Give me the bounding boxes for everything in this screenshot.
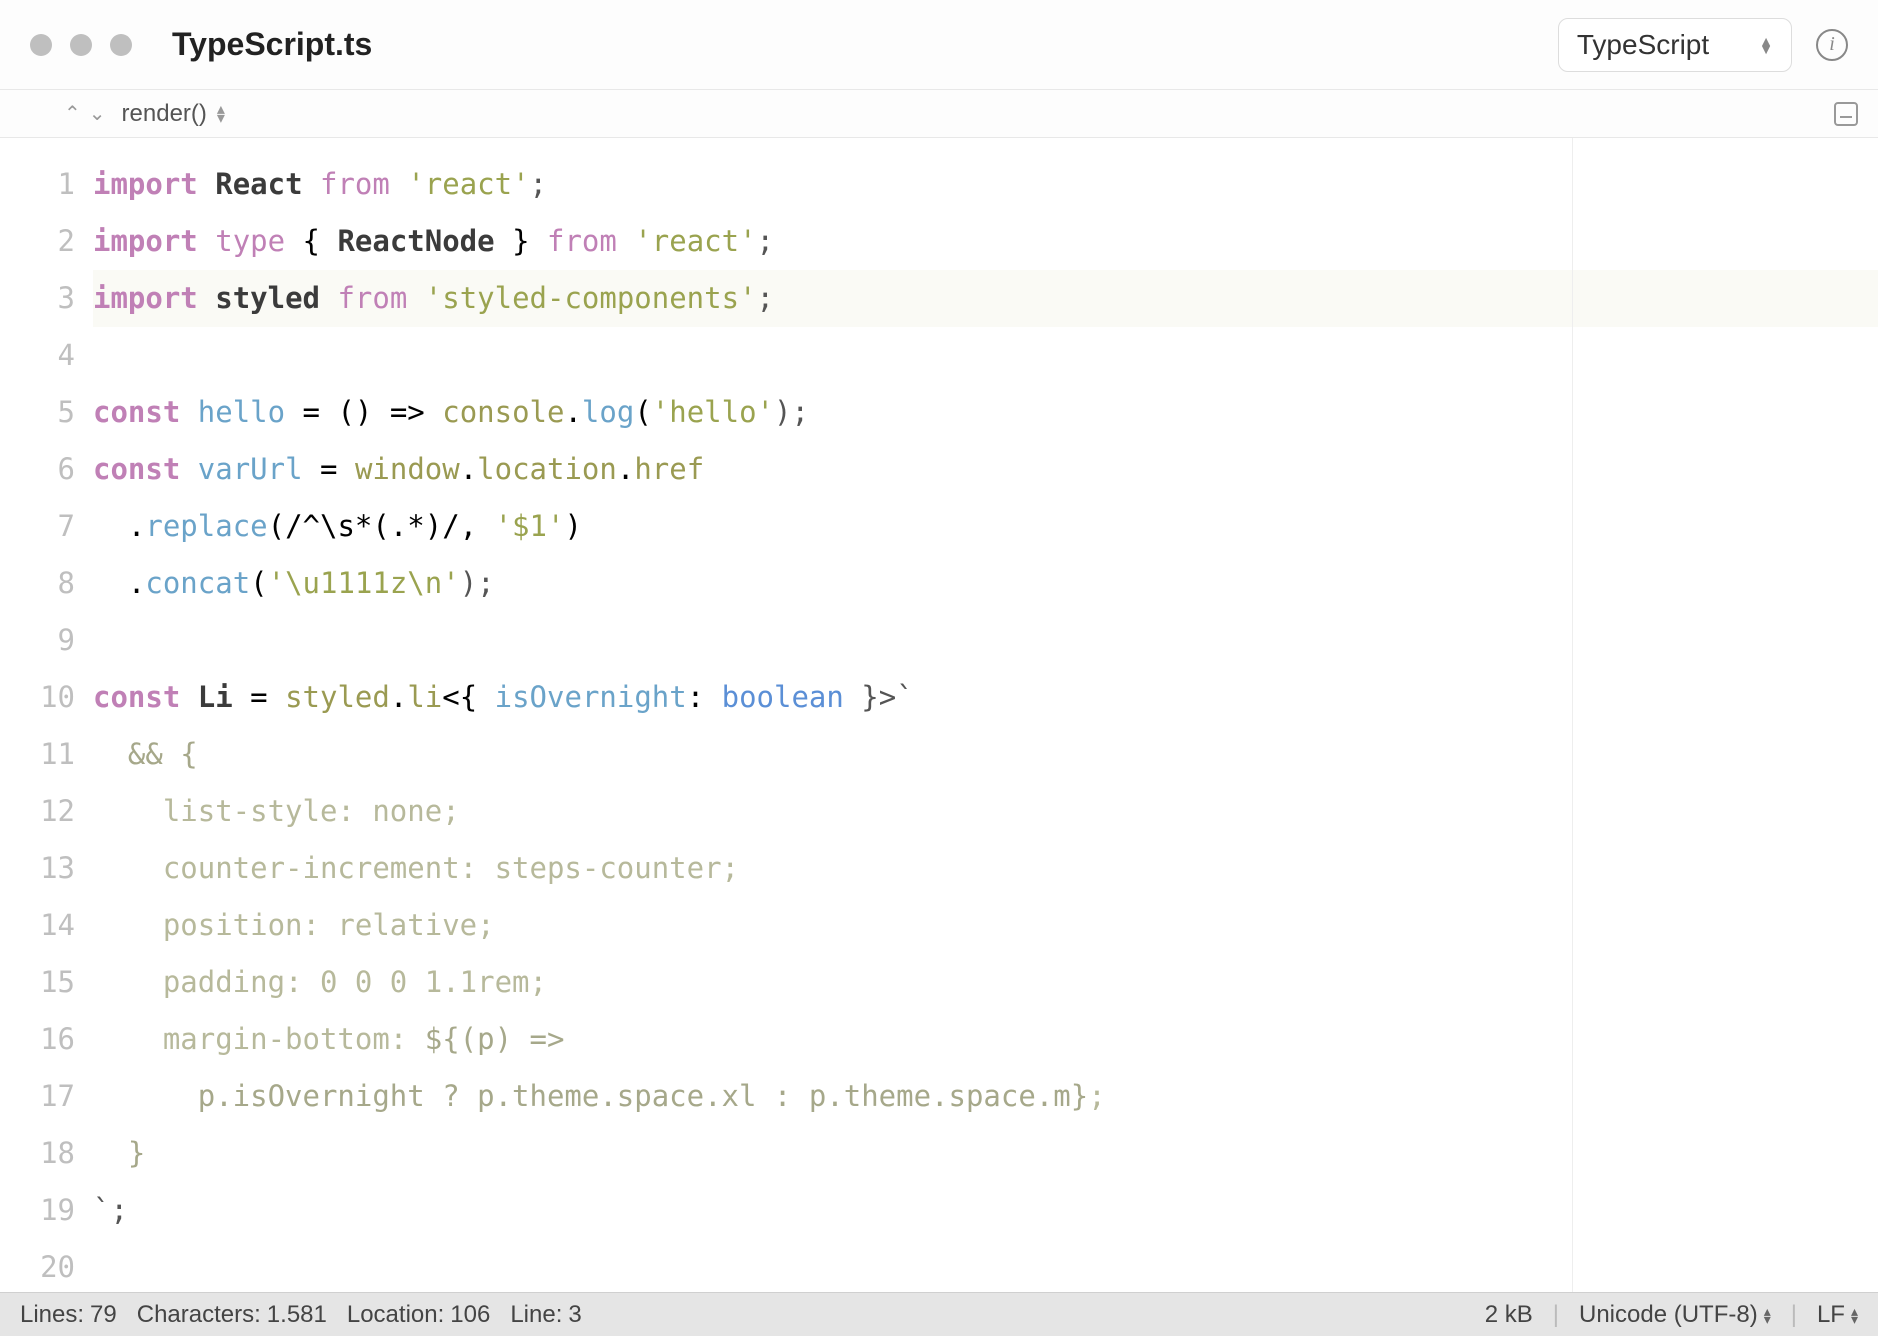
window-controls: [30, 34, 132, 56]
line-number: 10: [0, 669, 75, 726]
code-line[interactable]: counter-increment: steps-counter;: [93, 840, 1878, 897]
line-number: 11: [0, 726, 75, 783]
code-line[interactable]: import styled from 'styled-components';: [93, 270, 1878, 327]
line-number: 13: [0, 840, 75, 897]
line-number: 16: [0, 1011, 75, 1068]
code-line[interactable]: const varUrl = window.location.href: [93, 441, 1878, 498]
line-number: 7: [0, 498, 75, 555]
info-icon[interactable]: i: [1816, 29, 1848, 61]
status-location: Location: 106: [347, 1301, 490, 1329]
code-line[interactable]: .concat('\u1111z\n');: [93, 555, 1878, 612]
column-ruler: [1572, 138, 1573, 1292]
code-line[interactable]: padding: 0 0 0 1.1rem;: [93, 954, 1878, 1011]
code-line[interactable]: list-style: none;: [93, 783, 1878, 840]
line-number: 3: [0, 270, 75, 327]
status-line-value: 3: [568, 1301, 581, 1329]
language-select[interactable]: TypeScript ▲▼: [1558, 18, 1792, 72]
breadcrumb-symbol[interactable]: render(): [122, 100, 207, 128]
status-filesize: 2 kB: [1485, 1301, 1533, 1329]
line-number: 18: [0, 1125, 75, 1182]
code-line[interactable]: `;: [93, 1182, 1878, 1239]
status-lines-label: Lines:: [20, 1301, 84, 1329]
code-line[interactable]: }: [93, 1125, 1878, 1182]
code-line[interactable]: && {: [93, 726, 1878, 783]
status-chars-label: Characters:: [137, 1301, 261, 1329]
language-select-label: TypeScript: [1577, 29, 1709, 61]
status-line: Line: 3: [510, 1301, 581, 1329]
line-number: 6: [0, 441, 75, 498]
code-line[interactable]: p.isOvernight ? p.theme.space.xl : p.the…: [93, 1068, 1878, 1125]
chevron-updown-icon: ▴▾: [1851, 1307, 1858, 1323]
titlebar: TypeScript.ts TypeScript ▲▼ i: [0, 0, 1878, 90]
code-line[interactable]: [93, 612, 1878, 669]
line-number: 19: [0, 1182, 75, 1239]
status-loc-value: 106: [450, 1301, 490, 1329]
line-number: 20: [0, 1239, 75, 1292]
code-line[interactable]: [93, 327, 1878, 384]
status-line-ending-select[interactable]: LF ▴▾: [1817, 1301, 1858, 1329]
code-line[interactable]: import React from 'react';: [93, 156, 1878, 213]
line-number: 17: [0, 1068, 75, 1125]
breadcrumb-bar: ⌃ ⌄ render() ▴▾: [0, 90, 1878, 138]
status-encoding-label: Unicode (UTF-8): [1579, 1301, 1758, 1329]
editor[interactable]: 1234567891011121314151617181920 import R…: [0, 138, 1878, 1292]
code-line[interactable]: .replace(/^\s*(.*)/, '$1'): [93, 498, 1878, 555]
breadcrumb-up-icon[interactable]: ⌃: [60, 101, 85, 126]
code-line[interactable]: import type { ReactNode } from 'react';: [93, 213, 1878, 270]
code-line[interactable]: margin-bottom: ${(p) =>: [93, 1011, 1878, 1068]
status-lines-value: 79: [90, 1301, 117, 1329]
line-number: 9: [0, 612, 75, 669]
line-number: 14: [0, 897, 75, 954]
chevron-updown-icon: ▲▼: [1759, 37, 1773, 53]
status-line-label: Line:: [510, 1301, 562, 1329]
status-characters: Characters: 1.581: [137, 1301, 327, 1329]
code-line[interactable]: [93, 1239, 1878, 1292]
code-line[interactable]: const Li = styled.li<{ isOvernight: bool…: [93, 669, 1878, 726]
file-title: TypeScript.ts: [172, 26, 372, 63]
status-line-ending-label: LF: [1817, 1301, 1845, 1329]
line-number-gutter: 1234567891011121314151617181920: [0, 138, 75, 1292]
line-number: 8: [0, 555, 75, 612]
breadcrumb-down-icon[interactable]: ⌄: [85, 101, 110, 126]
line-number: 15: [0, 954, 75, 1011]
status-encoding-select[interactable]: Unicode (UTF-8) ▴▾: [1579, 1301, 1771, 1329]
breadcrumb-stepper-icon[interactable]: ▴▾: [217, 105, 225, 123]
chevron-updown-icon: ▴▾: [1764, 1307, 1771, 1323]
code-content[interactable]: import React from 'react';import type { …: [75, 138, 1878, 1292]
statusbar: Lines: 79 Characters: 1.581 Location: 10…: [0, 1292, 1878, 1336]
line-number: 12: [0, 783, 75, 840]
status-chars-value: 1.581: [267, 1301, 327, 1329]
zoom-window-button[interactable]: [110, 34, 132, 56]
line-number: 1: [0, 156, 75, 213]
line-number: 2: [0, 213, 75, 270]
status-loc-label: Location:: [347, 1301, 444, 1329]
line-number: 5: [0, 384, 75, 441]
line-number: 4: [0, 327, 75, 384]
close-window-button[interactable]: [30, 34, 52, 56]
code-line[interactable]: position: relative;: [93, 897, 1878, 954]
status-lines: Lines: 79: [20, 1301, 117, 1329]
panel-toggle-icon[interactable]: [1834, 102, 1858, 126]
code-line[interactable]: const hello = () => console.log('hello')…: [93, 384, 1878, 441]
minimize-window-button[interactable]: [70, 34, 92, 56]
